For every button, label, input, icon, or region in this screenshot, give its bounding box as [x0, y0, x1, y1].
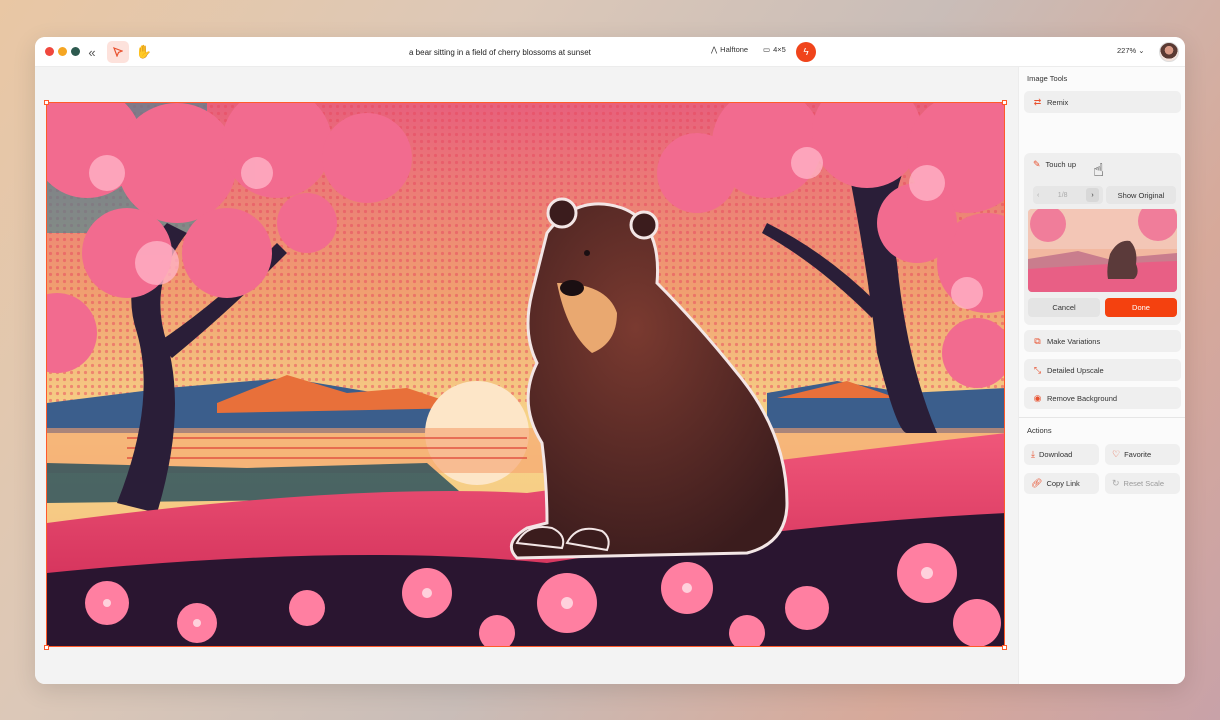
divider [1019, 417, 1185, 418]
favorite-button[interactable]: ♡ Favorite [1105, 444, 1180, 465]
remix-button[interactable]: ⇄ Remix [1024, 91, 1181, 113]
remove-background-label: Remove Background [1047, 393, 1118, 403]
eye-icon: ◉ [1033, 392, 1042, 403]
refresh-icon: ↻ [1112, 478, 1120, 488]
make-variations-label: Make Variations [1047, 336, 1101, 346]
image-tools-title: Image Tools [1027, 74, 1068, 83]
halftone-icon: ⋀ [711, 45, 718, 54]
lightning-icon: ϟ [803, 46, 809, 58]
copy-link-label: Copy Link [1046, 479, 1080, 488]
chevron-right-icon[interactable]: › [1085, 188, 1099, 202]
pointer-hand-icon: ☝︎ [1093, 160, 1104, 180]
avatar[interactable] [1159, 42, 1179, 62]
shuffle-icon: ⇄ [1033, 96, 1042, 107]
pager-text: 1/8 [1057, 191, 1068, 199]
prompt-input[interactable]: a bear sitting in a field of cherry blos… [399, 42, 709, 62]
maximize-window-button[interactable] [71, 47, 80, 56]
cancel-button[interactable]: Cancel [1028, 298, 1100, 317]
make-variations-button[interactable]: ⧉ Make Variations [1024, 330, 1181, 352]
remix-label: Remix [1047, 97, 1069, 107]
close-window-button[interactable] [45, 47, 54, 56]
bear-cherry-blossom-image [47, 103, 1004, 646]
copy-icon: ⧉ [1034, 335, 1041, 346]
chevron-down-icon: ⌄ [1138, 46, 1145, 55]
double-chevron-left-icon[interactable]: « [81, 41, 103, 63]
remove-background-button[interactable]: ◉ Remove Background [1024, 387, 1181, 409]
reset-scale-label: Reset Scale [1123, 479, 1164, 488]
touch-up-preview-thumbnail[interactable] [1028, 209, 1177, 292]
done-button[interactable]: Done [1105, 298, 1177, 317]
touch-up-header[interactable]: ✎ Touch up [1033, 159, 1076, 170]
resize-handle[interactable] [1002, 645, 1007, 650]
expand-icon: ⤡ [1033, 364, 1042, 375]
resize-handle[interactable] [44, 100, 49, 105]
aspect-ratio-icon: ▭ [763, 45, 771, 54]
hand-icon[interactable]: ✋ [133, 41, 155, 63]
favorite-label: Favorite [1124, 450, 1152, 459]
top-toolbar: « ✋ a bear sitting in a field of cherry … [35, 37, 1185, 67]
resize-handle[interactable] [1002, 100, 1007, 105]
touch-up-label: Touch up [1045, 160, 1076, 169]
show-original-button[interactable]: Show Original [1106, 186, 1176, 204]
minimize-window-button[interactable] [58, 47, 67, 56]
heart-icon: ♡ [1112, 449, 1121, 459]
detailed-upscale-button[interactable]: ⤡ Detailed Upscale [1024, 359, 1181, 381]
generated-image[interactable] [46, 102, 1005, 647]
aspect-ratio-selector[interactable]: ▭ 4×5 [763, 45, 786, 54]
app-window: « ✋ a bear sitting in a field of cherry … [35, 37, 1185, 684]
copy-link-button[interactable]: 🔗︎ Copy Link [1024, 473, 1099, 494]
style-label: Halftone [720, 45, 749, 54]
chevron-left-icon[interactable]: ‹ [1037, 192, 1039, 199]
style-selector[interactable]: ⋀ Halftone [711, 45, 748, 54]
pencil-icon: ✎ [1033, 159, 1041, 169]
resize-handle[interactable] [44, 645, 49, 650]
zoom-label: 227% [1117, 46, 1137, 55]
download-button[interactable]: ⤓ Download [1024, 444, 1099, 465]
generate-button[interactable]: ϟ [796, 42, 816, 62]
actions-title: Actions [1027, 426, 1052, 435]
ratio-label: 4×5 [773, 45, 786, 54]
canvas-area[interactable] [35, 67, 1018, 684]
download-label: Download [1038, 450, 1073, 459]
zoom-dropdown[interactable]: 227% ⌄ [1117, 46, 1144, 55]
reset-scale-button[interactable]: ↻ Reset Scale [1105, 473, 1180, 494]
variant-pager: ‹ 1/8 › [1033, 186, 1103, 204]
detailed-upscale-label: Detailed Upscale [1047, 365, 1104, 375]
cursor-arrow-icon[interactable] [107, 41, 129, 63]
download-icon: ⤓ [1031, 449, 1035, 459]
link-icon: 🔗︎ [1031, 478, 1043, 488]
